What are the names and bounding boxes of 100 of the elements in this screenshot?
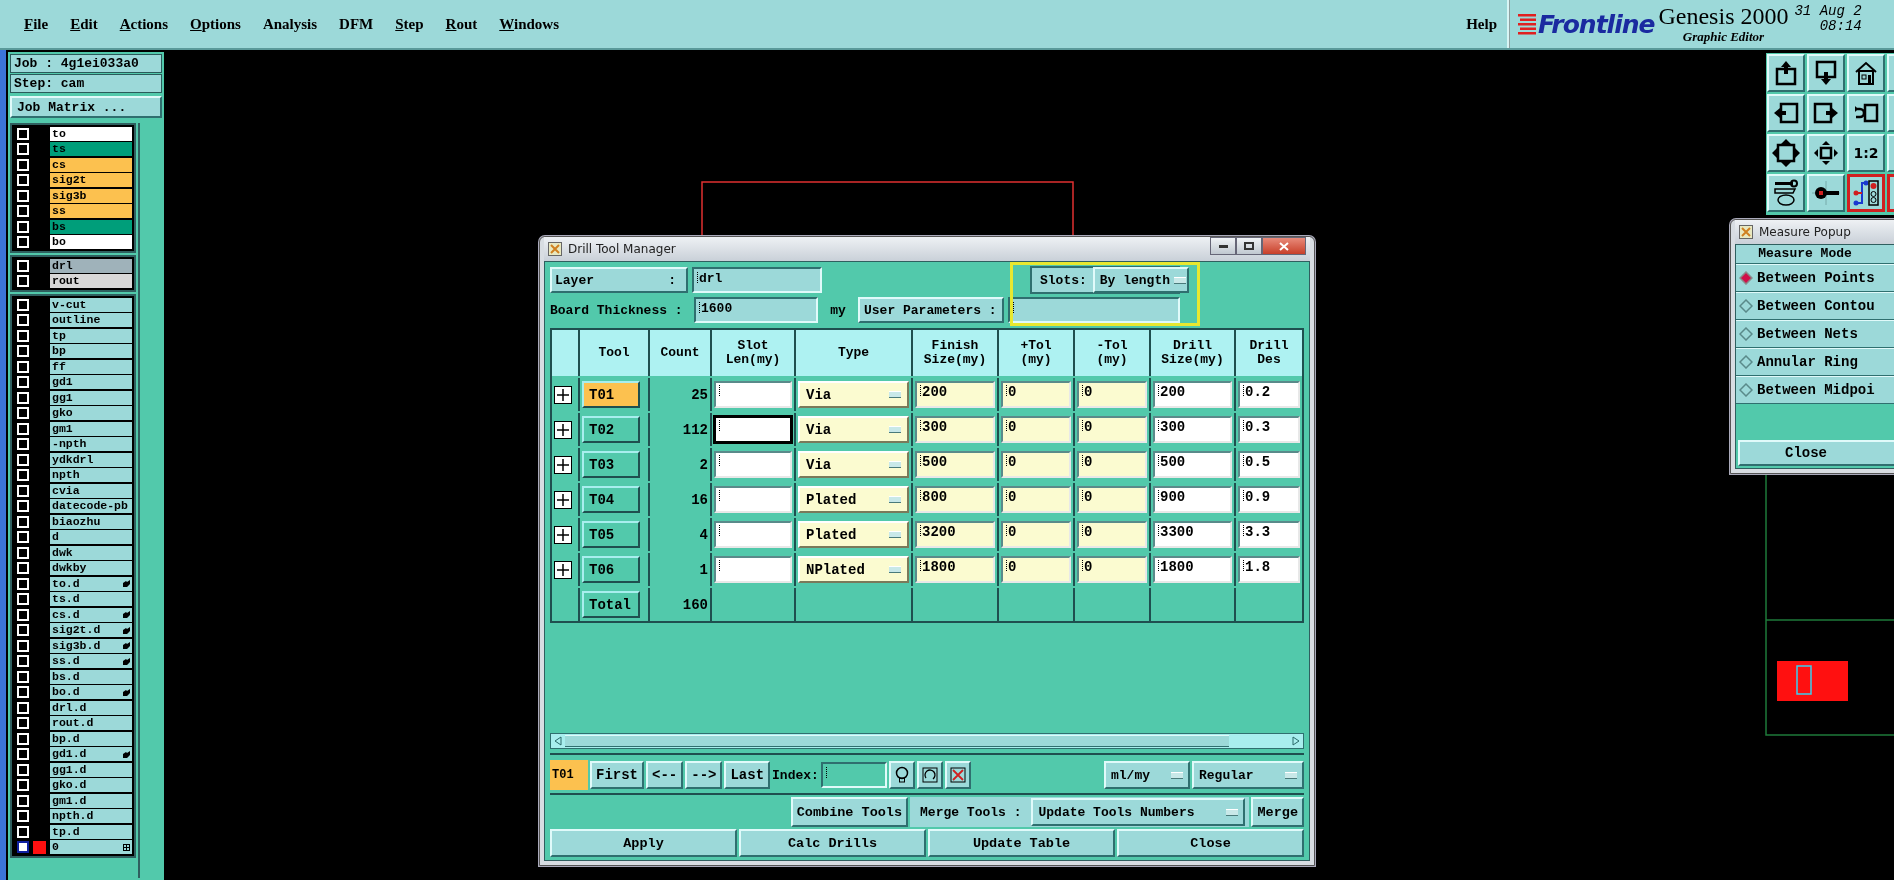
type-dropdown[interactable]: NPlated xyxy=(798,556,909,583)
type-dropdown[interactable]: Via xyxy=(798,451,909,478)
mode-dropdown[interactable]: Regular xyxy=(1192,761,1304,789)
scroll-right-icon[interactable] xyxy=(1291,736,1301,746)
minus-tolerance-field[interactable]: 0 xyxy=(1077,486,1147,513)
layer-item[interactable]: bp.d xyxy=(50,731,132,746)
minimize-button[interactable] xyxy=(1210,237,1236,255)
layer-item[interactable]: drl xyxy=(50,258,132,273)
board-thickness-field[interactable]: 1600 xyxy=(694,297,818,323)
drill-designation-field[interactable]: 3.3 xyxy=(1238,521,1300,548)
units-dropdown[interactable]: ml/my xyxy=(1104,761,1190,789)
job-matrix-button[interactable]: Job Matrix ... xyxy=(10,96,162,118)
drill-designation-field[interactable]: 0.9 xyxy=(1238,486,1300,513)
layer-item[interactable]: bs.d xyxy=(50,669,132,684)
horizontal-scrollbar[interactable] xyxy=(550,733,1304,749)
plus-tolerance-field[interactable]: 0 xyxy=(1001,451,1071,478)
drill-designation-field[interactable]: 1.8 xyxy=(1238,556,1300,583)
tool-button[interactable]: T03 xyxy=(582,451,640,478)
measure-mode-option[interactable]: Annular Ring xyxy=(1736,348,1894,376)
layer-item[interactable]: 0 xyxy=(50,840,132,855)
layer-item[interactable]: rout.d xyxy=(50,716,132,731)
finish-size-field[interactable]: 800 xyxy=(915,486,995,513)
tool-button[interactable]: T01 xyxy=(582,381,640,408)
finish-size-field[interactable]: 500 xyxy=(915,451,995,478)
merge-option-dropdown[interactable]: Update Tools Numbers xyxy=(1031,798,1246,826)
total-button[interactable]: Total xyxy=(582,591,640,618)
layer-item[interactable]: npth xyxy=(50,468,132,483)
layer-item[interactable]: bo xyxy=(50,235,132,250)
layer-item[interactable]: cs xyxy=(50,157,132,172)
last-button[interactable]: Last xyxy=(724,761,771,789)
layer-item[interactable]: tp xyxy=(50,328,132,343)
measure-mode-option[interactable]: Between Contou xyxy=(1736,292,1894,320)
slot-length-field[interactable] xyxy=(714,521,792,548)
tool-button[interactable]: T02 xyxy=(582,416,640,443)
action-button[interactable]: Close xyxy=(1117,829,1304,857)
layer-item[interactable]: sig2t.d xyxy=(50,623,132,638)
drill-designation-field[interactable]: 0.5 xyxy=(1238,451,1300,478)
minus-tolerance-field[interactable]: 0 xyxy=(1077,451,1147,478)
type-dropdown[interactable]: Via xyxy=(798,416,909,443)
plus-tolerance-field[interactable]: 0 xyxy=(1001,416,1071,443)
slot-length-field[interactable] xyxy=(714,381,792,408)
minus-tolerance-field[interactable]: 0 xyxy=(1077,381,1147,408)
layer-item[interactable]: v-cut xyxy=(50,297,132,312)
plus-tolerance-field[interactable]: 0 xyxy=(1001,556,1071,583)
layer-item[interactable]: sig3b.d xyxy=(50,638,132,653)
layer-item[interactable]: to.d xyxy=(50,576,132,591)
layer-item[interactable]: ff xyxy=(50,359,132,374)
plus-tolerance-field[interactable]: 0 xyxy=(1001,521,1071,548)
combine-tools-button[interactable]: Combine Tools xyxy=(790,797,909,827)
slots-dropdown[interactable]: By length xyxy=(1092,267,1189,293)
help-menu[interactable]: Help xyxy=(1460,13,1503,35)
layer-item[interactable]: dwk xyxy=(50,545,132,560)
layer-item[interactable]: to xyxy=(50,126,132,141)
tool-button[interactable]: T04 xyxy=(582,486,640,513)
action-button[interactable]: Apply xyxy=(550,829,737,857)
index-field[interactable] xyxy=(820,762,887,788)
type-dropdown[interactable]: Plated xyxy=(798,486,909,513)
type-dropdown[interactable]: Plated xyxy=(798,521,909,548)
plus-tolerance-field[interactable]: 0 xyxy=(1001,486,1071,513)
type-dropdown[interactable]: Via xyxy=(798,381,909,408)
menu-item[interactable]: Edit xyxy=(64,13,104,35)
drill-designation-field[interactable]: 0.3 xyxy=(1238,416,1300,443)
finish-size-field[interactable]: 300 xyxy=(915,416,995,443)
layer-item[interactable]: gm1 xyxy=(50,421,132,436)
bulb-button[interactable] xyxy=(888,761,915,789)
expand-button[interactable] xyxy=(554,560,572,579)
measure-mode-option[interactable]: Between Midpoi xyxy=(1736,376,1894,404)
menu-item[interactable]: DFM xyxy=(333,13,380,35)
layer-item[interactable]: biaozhu xyxy=(50,514,132,529)
scroll-left-icon[interactable] xyxy=(553,736,563,746)
measure-mode-option[interactable]: Between Points xyxy=(1736,264,1894,292)
menu-item[interactable]: Actions xyxy=(113,13,175,35)
layer-item[interactable]: bo.d xyxy=(50,685,132,700)
expand-button[interactable] xyxy=(554,420,572,439)
drill-designation-field[interactable]: 0.2 xyxy=(1238,381,1300,408)
finish-size-field[interactable]: 3200 xyxy=(915,521,995,548)
layer-item[interactable]: gg1 xyxy=(50,390,132,405)
slot-length-field[interactable] xyxy=(714,486,792,513)
menu-item[interactable]: Analysis xyxy=(256,13,324,35)
expand-button[interactable] xyxy=(554,490,572,509)
checkbox[interactable] xyxy=(17,841,29,854)
drill-size-field[interactable]: 500 xyxy=(1153,451,1232,478)
maximize-button[interactable] xyxy=(1236,237,1262,255)
expand-button[interactable] xyxy=(554,455,572,474)
menu-item[interactable]: File xyxy=(18,13,55,35)
expand-button[interactable] xyxy=(554,525,572,544)
drill-size-field[interactable]: 300 xyxy=(1153,416,1232,443)
measure-mode-option[interactable]: Between Nets xyxy=(1736,320,1894,348)
menu-item[interactable]: Rout xyxy=(439,13,484,35)
layer-field[interactable]: drl xyxy=(692,267,822,293)
delete-button[interactable] xyxy=(944,761,971,789)
layer-item[interactable]: gg1.d xyxy=(50,762,132,777)
layer-item[interactable]: bs xyxy=(50,219,132,234)
merge-button[interactable]: Merge xyxy=(1251,797,1304,827)
layer-item[interactable]: -npth xyxy=(50,437,132,452)
layer-item[interactable]: drl.d xyxy=(50,700,132,715)
close-button[interactable]: Close xyxy=(1738,440,1894,466)
layer-item[interactable]: rout xyxy=(50,274,132,289)
layer-item[interactable]: ts xyxy=(50,142,132,157)
layer-item[interactable]: gm1.d xyxy=(50,793,132,808)
